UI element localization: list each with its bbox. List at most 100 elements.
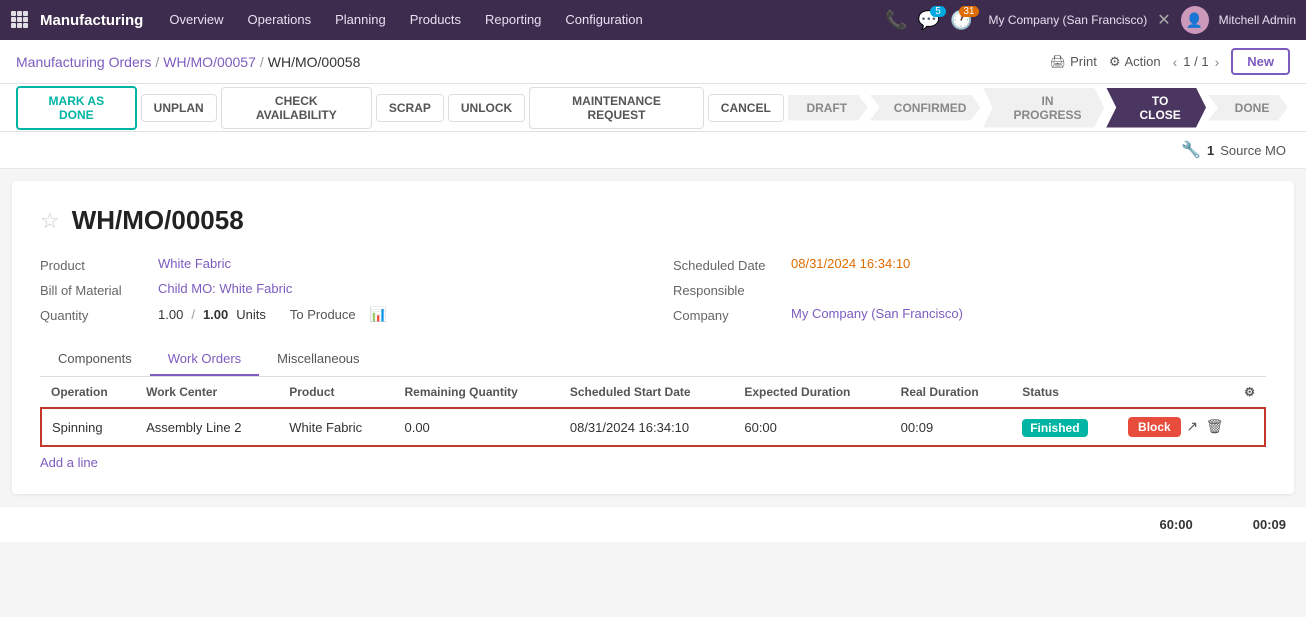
scrap-button[interactable]: SCRAP [376,94,444,122]
avatar[interactable]: 👤 [1181,6,1209,34]
responsible-field: Responsible [673,281,1266,298]
cell-product: White Fabric [279,408,394,446]
total-expected-duration: 60:00 [1160,517,1193,532]
col-status: Status [1012,377,1118,408]
unplan-button[interactable]: UNPLAN [141,94,217,122]
breadcrumb-sep-2: / [260,54,264,70]
status-pipeline: DRAFT CONFIRMED IN PROGRESS TO CLOSE DON… [788,88,1290,128]
work-orders-table: Operation Work Center Product Remaining … [40,377,1266,447]
total-real-value: 00:09 [1253,517,1286,532]
product-field: Product White Fabric [40,256,633,273]
breadcrumb-item-2[interactable]: WH/MO/00057 [163,54,256,70]
breadcrumb-item-1[interactable]: Manufacturing Orders [16,54,151,70]
print-button[interactable]: 🖨 Print [1050,54,1097,70]
activity-icon[interactable]: 🕐 31 [950,10,972,31]
company-value[interactable]: My Company (San Francisco) [791,306,963,321]
delete-icon[interactable]: 🗑 [1206,418,1224,434]
pager-prev[interactable]: ‹ [1173,54,1178,70]
add-line-link[interactable]: Add a line [40,455,98,470]
breadcrumb-bar: Manufacturing Orders / WH/MO/00057 / WH/… [0,40,1306,84]
col-work-center: Work Center [136,377,279,408]
nav-reporting[interactable]: Reporting [475,0,551,40]
phone-icon[interactable]: 📞 [885,10,907,31]
unlock-button[interactable]: UNLOCK [448,94,525,122]
quantity-field: Quantity 1.00 / 1.00 Units To Produce 📊 [40,306,633,323]
action-bar: MARK AS DONE UNPLAN CHECK AVAILABILITY S… [0,84,1306,132]
to-produce-label: To Produce [290,307,356,322]
pager-next[interactable]: › [1215,54,1220,70]
form-fields: Product White Fabric Bill of Material Ch… [40,256,1266,323]
close-session-icon[interactable]: ✕ [1157,10,1170,30]
status-done[interactable]: DONE [1208,95,1288,121]
status-badge: Finished [1022,419,1087,437]
totals-bar: 60:00 00:09 [0,506,1306,542]
col-expected-duration: Expected Duration [734,377,890,408]
cell-remaining-qty: 0.00 [394,408,559,446]
activity-badge: 31 [959,6,978,17]
check-availability-button[interactable]: CHECK AVAILABILITY [221,87,372,129]
nav-operations[interactable]: Operations [238,0,322,40]
company-label: Company [673,306,783,323]
col-scheduled-start: Scheduled Start Date [560,377,735,408]
pager: ‹ 1 / 1 › [1173,54,1220,70]
responsible-label: Responsible [673,281,783,298]
cancel-button[interactable]: CANCEL [708,94,784,122]
nav-configuration[interactable]: Configuration [555,0,652,40]
favorite-icon[interactable]: ☆ [40,208,60,234]
app-name: Manufacturing [40,12,143,29]
nav-planning[interactable]: Planning [325,0,396,40]
bom-field: Bill of Material Child MO: White Fabric [40,281,633,298]
quantity-value[interactable]: 1.00 [158,307,183,322]
cell-operation: Spinning [41,408,136,446]
total-real-duration: 00:09 [1253,517,1286,532]
tab-work-orders[interactable]: Work Orders [150,343,259,376]
col-product: Product [279,377,394,408]
scheduled-date-label: Scheduled Date [673,256,783,273]
form-title: WH/MO/00058 [72,205,244,236]
maintenance-request-button[interactable]: MAINTENANCE REQUEST [529,87,704,129]
cell-scheduled-start: 08/31/2024 16:34:10 [560,408,735,446]
new-button[interactable]: New [1231,48,1290,75]
app-grid-icon[interactable] [10,10,28,31]
breadcrumb-current: WH/MO/00058 [268,54,361,70]
source-mo-count: 1 [1207,143,1214,158]
form-header: ☆ WH/MO/00058 [40,205,1266,236]
source-mo-link[interactable]: 🔧 1 Source MO [1181,140,1286,160]
breadcrumb-actions: 🖨 Print ⚙ Action ‹ 1 / 1 › New [1050,48,1290,75]
scheduled-date-field: Scheduled Date 08/31/2024 16:34:10 [673,256,1266,273]
bom-value[interactable]: Child MO: White Fabric [158,281,292,296]
status-in-progress[interactable]: IN PROGRESS [983,88,1104,128]
table-row: Spinning Assembly Line 2 White Fabric 0.… [41,408,1265,446]
cell-real-duration: 00:09 [891,408,1013,446]
scheduled-date-value[interactable]: 08/31/2024 16:34:10 [791,256,910,271]
bom-label: Bill of Material [40,281,150,298]
product-value[interactable]: White Fabric [158,256,231,271]
source-mo-bar: 🔧 1 Source MO [0,132,1306,169]
quantity-unit: Units [236,307,266,322]
status-draft[interactable]: DRAFT [788,95,868,121]
product-label: Product [40,256,150,273]
external-link-icon[interactable]: ↗ [1186,418,1198,434]
tabs: Components Work Orders Miscellaneous [40,343,1266,377]
cell-status: Finished [1012,408,1118,446]
chart-icon[interactable]: 📊 [370,306,387,323]
status-confirmed[interactable]: CONFIRMED [870,95,981,121]
nav-overview[interactable]: Overview [159,0,233,40]
action-button[interactable]: ⚙ Action [1109,54,1161,70]
company-name: My Company (San Francisco) [989,13,1148,27]
tab-miscellaneous[interactable]: Miscellaneous [259,343,377,376]
mark-as-done-button[interactable]: MARK AS DONE [16,86,137,130]
col-real-duration: Real Duration [891,377,1013,408]
cell-expected-duration: 60:00 [734,408,890,446]
tab-components[interactable]: Components [40,343,150,376]
cell-work-center: Assembly Line 2 [136,408,279,446]
company-field: Company My Company (San Francisco) [673,306,1266,323]
status-to-close[interactable]: TO CLOSE [1106,88,1206,128]
quantity-label: Quantity [40,306,150,323]
nav-products[interactable]: Products [400,0,471,40]
breadcrumb-sep-1: / [155,54,159,70]
form-area: ☆ WH/MO/00058 Product White Fabric Bill … [12,181,1294,494]
block-button[interactable]: Block [1128,417,1181,437]
chat-icon[interactable]: 💬 5 [918,10,940,31]
col-settings[interactable]: ⚙ [1118,377,1265,408]
